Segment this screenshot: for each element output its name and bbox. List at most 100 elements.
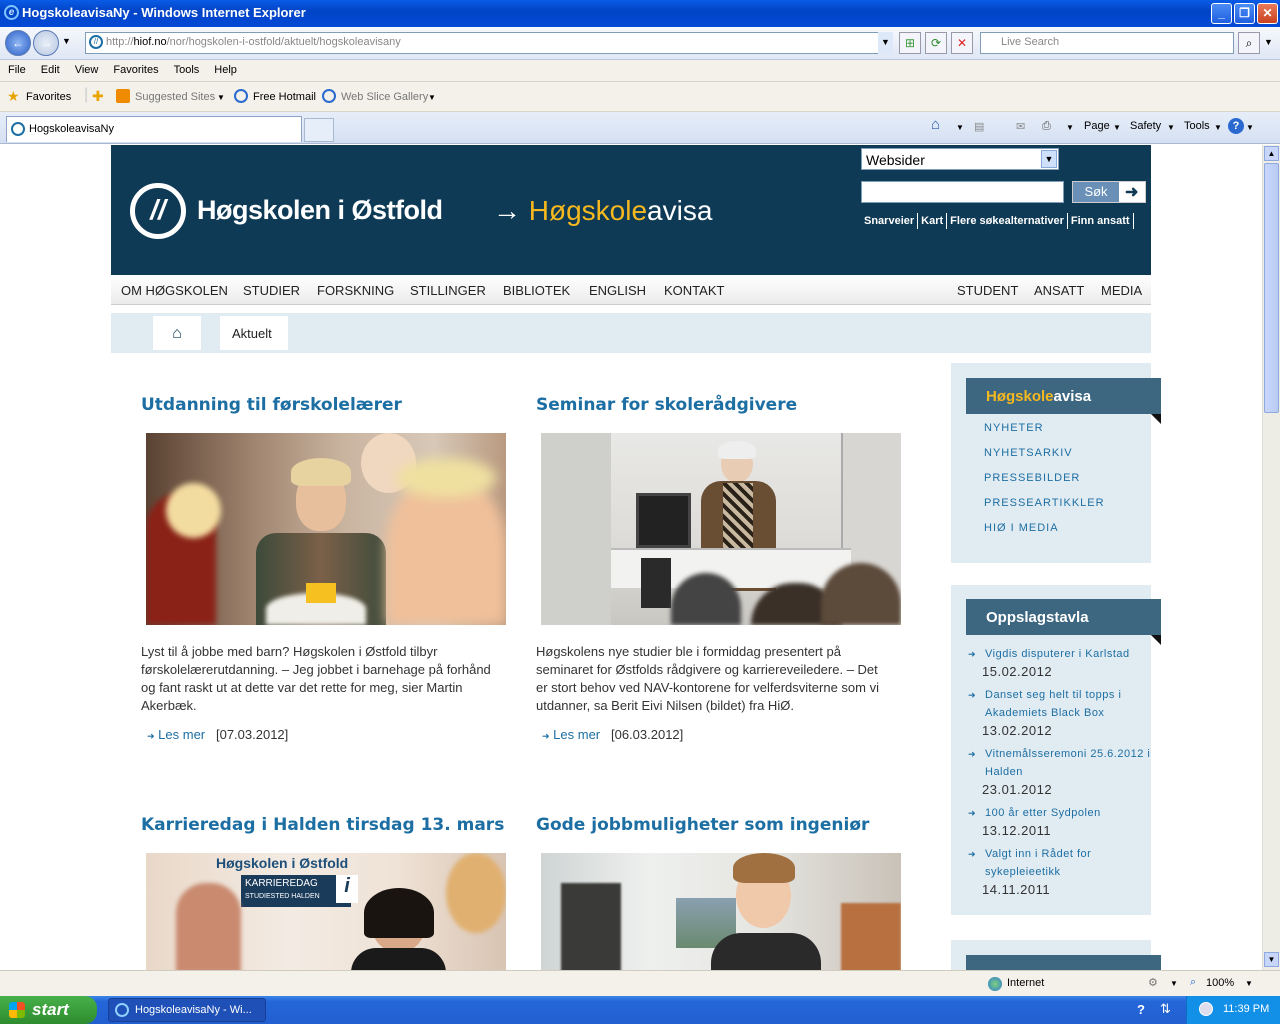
sidebar-link-nyheter[interactable]: NYHETER: [984, 422, 1161, 447]
scrollbar-thumb[interactable]: [1264, 163, 1279, 413]
nav-forskning[interactable]: FORSKNING: [317, 283, 394, 298]
favorites-button[interactable]: Favorites: [26, 91, 71, 103]
help-chevron-icon[interactable]: ▼: [1246, 123, 1254, 132]
zoom-icon[interactable]: ⌕: [1190, 976, 1196, 989]
address-dropdown-icon[interactable]: ▼: [878, 32, 893, 54]
feeds-icon[interactable]: ▤: [974, 120, 984, 133]
nav-bibliotek[interactable]: BIBLIOTEK: [503, 283, 570, 298]
recent-pages-chevron-icon[interactable]: ▼: [62, 36, 71, 46]
suggested-sites-link[interactable]: Suggested Sites: [135, 91, 215, 103]
favorites-bar: ★ Favorites | ✚ Suggested Sites ▼ Free H…: [0, 82, 1280, 112]
menu-favorites[interactable]: Favorites: [105, 60, 165, 76]
menu-tools[interactable]: Tools: [166, 60, 207, 76]
webslice-chevron-icon[interactable]: ▼: [428, 93, 436, 102]
quicklink-kart[interactable]: Kart: [918, 213, 948, 229]
nav-stillinger[interactable]: STILLINGER: [410, 283, 486, 298]
nav-studier[interactable]: STUDIER: [243, 283, 300, 298]
compatibility-view-icon[interactable]: ⊞: [899, 32, 921, 54]
mail-icon[interactable]: ✉: [1016, 120, 1025, 133]
protected-mode-chevron-icon[interactable]: ▼: [1170, 979, 1178, 988]
sidebar-link-nyhetsarkiv[interactable]: NYHETSARKIV: [984, 447, 1161, 472]
nav-ansatt[interactable]: ANSATT: [1034, 283, 1084, 298]
brand-title[interactable]: Høgskolen i Østfold: [197, 195, 443, 226]
start-button[interactable]: start: [0, 996, 97, 1024]
close-button[interactable]: ✕: [1257, 3, 1278, 24]
menu-edit[interactable]: Edit: [33, 60, 67, 76]
maximize-button[interactable]: ❐: [1234, 3, 1255, 24]
zoom-chevron-icon[interactable]: ▼: [1245, 979, 1253, 988]
notice-link[interactable]: 100 år etter Sydpolen: [968, 804, 1161, 822]
nav-media[interactable]: MEDIA: [1101, 283, 1142, 298]
window-titlebar: e HogskoleavisaNy - Windows Internet Exp…: [0, 0, 1280, 27]
print-chevron-icon[interactable]: ▼: [1066, 123, 1074, 132]
home-icon[interactable]: ⌂: [153, 316, 201, 350]
nav-kontakt[interactable]: KONTAKT: [664, 283, 724, 298]
protected-mode-icon[interactable]: ⚙: [1148, 976, 1158, 989]
nav-student[interactable]: STUDENT: [957, 283, 1018, 298]
live-search-input[interactable]: Live Search: [980, 32, 1234, 54]
search-scope-select[interactable]: Websider ▼: [861, 148, 1059, 170]
suggested-chevron-icon[interactable]: ▼: [217, 93, 225, 102]
add-favorite-icon[interactable]: ✚: [92, 88, 104, 105]
home-icon[interactable]: ⌂: [931, 116, 940, 133]
new-tab-button[interactable]: [304, 118, 334, 142]
help-icon[interactable]: ?: [1228, 118, 1244, 134]
site-search-input[interactable]: [861, 181, 1064, 203]
notice-link[interactable]: Vitnemålsseremoni 25.6.2012 i Halden: [968, 745, 1161, 781]
sidebar-link-presseartikkler[interactable]: PRESSEARTIKKLER: [984, 497, 1161, 522]
read-more-link[interactable]: Les mer: [158, 727, 205, 742]
taskbar-ie-window[interactable]: HogskoleavisaNy - Wi...: [108, 998, 266, 1022]
address-field[interactable]: // http://hiof.no/nor/hogskolen-i-ostfol…: [85, 32, 893, 54]
vertical-scrollbar[interactable]: ▲ ▼: [1262, 145, 1280, 970]
article-title[interactable]: Karrieredag i Halden tirsdag 13. mars: [141, 815, 511, 835]
search-icon[interactable]: ⌕: [1238, 32, 1260, 54]
safety-menu[interactable]: Safety: [1130, 120, 1161, 132]
volume-tray-icon[interactable]: [1199, 1002, 1213, 1016]
stop-icon[interactable]: ✕: [951, 32, 973, 54]
menu-help[interactable]: Help: [206, 60, 244, 76]
free-hotmail-link[interactable]: Free Hotmail: [253, 91, 316, 103]
minimize-button[interactable]: _: [1211, 3, 1232, 24]
notice-link[interactable]: Vigdis disputerer i Karlstad: [968, 645, 1161, 663]
article-title[interactable]: Gode jobbmuligheter som ingeniør: [536, 815, 906, 835]
home-chevron-icon[interactable]: ▼: [956, 123, 964, 132]
network-tray-icon[interactable]: ⇅: [1160, 1001, 1171, 1017]
back-button[interactable]: ←: [5, 30, 31, 56]
article-photo[interactable]: [146, 433, 506, 625]
quicklink-snarveier[interactable]: Snarveier: [861, 213, 919, 229]
article-photo[interactable]: [541, 433, 901, 625]
article-title[interactable]: Seminar for skolerådgivere: [536, 395, 906, 415]
article-title[interactable]: Utdanning til førskolelærer: [141, 395, 511, 415]
search-scope-value: Websider: [866, 152, 925, 168]
print-icon[interactable]: ⎙: [1042, 120, 1051, 133]
refresh-icon[interactable]: ⟳: [925, 32, 947, 54]
help-tray-icon[interactable]: ?: [1137, 1002, 1145, 1017]
read-more-link[interactable]: Les mer: [553, 727, 600, 742]
page-menu[interactable]: Page: [1084, 120, 1110, 132]
search-options-chevron-icon[interactable]: ▼: [1264, 37, 1273, 47]
tab-hogskoleavisany[interactable]: HogskoleavisaNy: [6, 116, 302, 142]
scroll-up-icon[interactable]: ▲: [1264, 146, 1279, 161]
web-slice-gallery-link[interactable]: Web Slice Gallery: [341, 91, 428, 103]
menu-view[interactable]: View: [67, 60, 106, 76]
quicklink-search-options[interactable]: Flere søkealternativer: [947, 213, 1068, 229]
brand-subtitle[interactable]: → Høgskoleavisa: [493, 195, 712, 227]
scroll-down-icon[interactable]: ▼: [1264, 952, 1279, 967]
nav-om-hogskolen[interactable]: OM HØGSKOLEN: [121, 283, 228, 298]
breadcrumb-aktuelt[interactable]: Aktuelt: [220, 316, 288, 350]
tools-menu[interactable]: Tools: [1184, 120, 1210, 132]
sidebar-link-hio-i-media[interactable]: HIØ I MEDIA: [984, 522, 1161, 547]
article-photo[interactable]: Høgskolen i Østfold KARRIEREDAG STUDIEST…: [146, 853, 506, 970]
menu-file[interactable]: File: [0, 60, 33, 76]
sidebar-link-pressebilder[interactable]: PRESSEBILDER: [984, 472, 1161, 497]
notice-link[interactable]: Danset seg helt til topps i Akademiets B…: [968, 686, 1161, 722]
nav-english[interactable]: ENGLISH: [589, 283, 646, 298]
article-photo[interactable]: [541, 853, 901, 970]
article-card: Karrieredag i Halden tirsdag 13. mars Hø…: [141, 815, 511, 970]
search-button[interactable]: Søk ➜: [1072, 181, 1146, 203]
hiof-logo-icon[interactable]: //: [130, 183, 186, 239]
forward-button[interactable]: →: [33, 30, 59, 56]
zoom-level[interactable]: 100%: [1206, 977, 1234, 989]
notice-link[interactable]: Valgt inn i Rådet for sykepleieetikk: [968, 845, 1161, 881]
quicklink-finn-ansatt[interactable]: Finn ansatt: [1068, 213, 1134, 229]
